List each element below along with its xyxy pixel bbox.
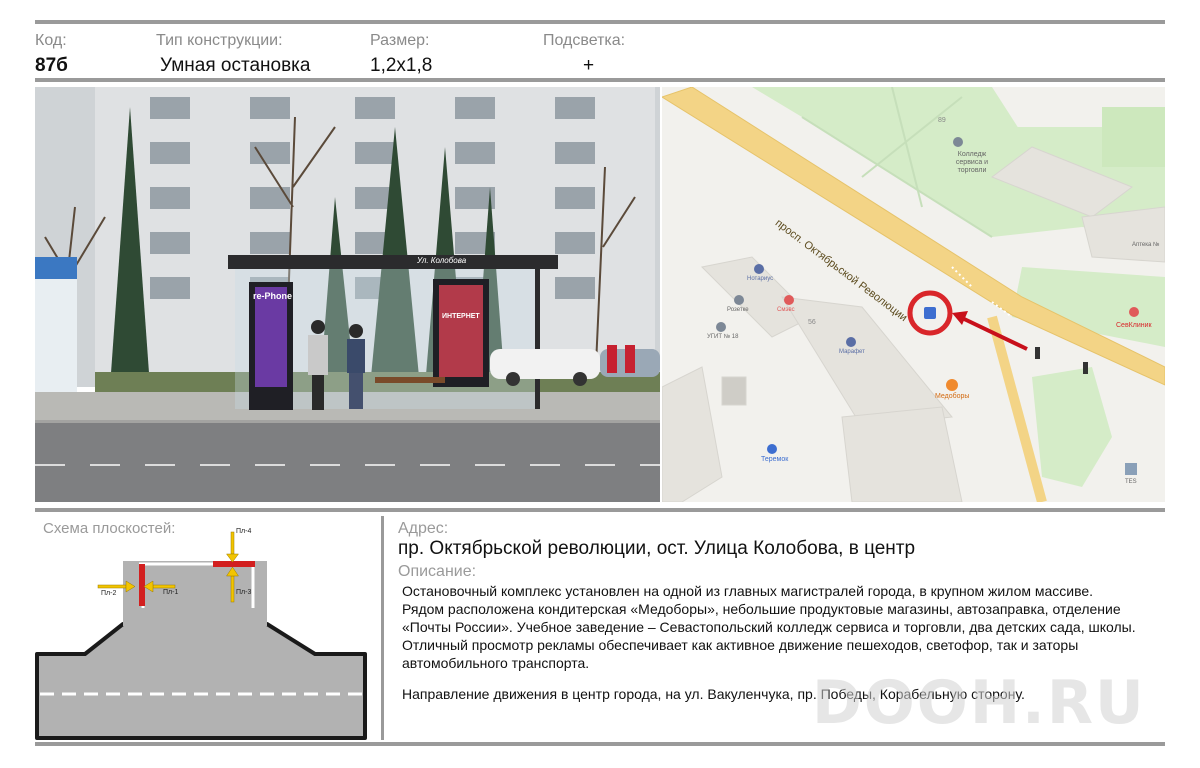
location-map-illustration xyxy=(662,87,1165,502)
map-poi-notary: Нотариус xyxy=(747,276,774,282)
map-poi-rozetke: Розетке xyxy=(727,307,749,313)
map-poi-college: Колледж сервиса и торговли xyxy=(955,151,989,174)
description-label: Описание: xyxy=(398,563,477,580)
map-poi-pharmacy: Аптека № xyxy=(1132,242,1160,248)
ad-left-brand: re-Phone xyxy=(253,291,293,301)
description-line: Отличный просмотр рекламы обеспечивает к… xyxy=(402,637,1079,653)
map-poi-marafet: Марафет xyxy=(839,349,865,355)
map-poi-teremok: Теремок xyxy=(761,456,789,463)
plane-3-label: Пл-3 xyxy=(236,589,252,596)
bus-stop-photo-illustration xyxy=(35,87,660,502)
top-rule xyxy=(35,20,1165,24)
description-line: Рядом расположена кондитерская «Медоборы… xyxy=(402,601,1121,617)
planes-schema-diagram xyxy=(35,531,367,740)
bottom-rule xyxy=(35,742,1165,746)
map-poi-tes: TES xyxy=(1125,479,1137,485)
light-value: + xyxy=(583,55,595,76)
plane-1-label: Пл-1 xyxy=(163,589,179,596)
type-label: Тип конструкции: xyxy=(156,32,283,49)
ad-right-text: ИНТЕРНЕТ xyxy=(442,313,480,320)
type-value: Умная остановка xyxy=(160,55,311,76)
header-rule xyxy=(35,78,1165,82)
schema-title: Схема плоскостей: xyxy=(43,520,176,537)
shelter-sign: Ул. Колобова xyxy=(417,256,467,265)
address-label: Адрес: xyxy=(398,520,449,537)
description-text: Остановочный комплекс установлен на одно… xyxy=(402,582,1162,672)
code-label: Код: xyxy=(35,32,67,49)
size-value: 1,2х1,8 xyxy=(370,55,433,76)
map-house-56: 56 xyxy=(808,319,816,326)
section-divider xyxy=(381,516,384,740)
description-line: «Почты России». Учебное заведение – Сева… xyxy=(402,619,1136,635)
map-poi-smevs: Смэвс xyxy=(777,307,795,313)
map-poi-ugit: УГИТ № 18 xyxy=(707,334,739,340)
light-label: Подсветка: xyxy=(543,32,626,49)
planes-schema: Схема плоскостей: Пл-1 Пл-2 Пл-3 Пл-4 xyxy=(35,516,380,740)
map-poi-medobory: Медоборы xyxy=(935,393,970,400)
size-label: Размер: xyxy=(370,32,430,49)
location-map: просп. Октябрьской Революции 89 56 Колле… xyxy=(662,87,1165,502)
plane-2-label: Пл-2 xyxy=(101,590,117,597)
address-value: пр. Октябрьской революции, ост. Улица Ко… xyxy=(398,538,916,559)
mid-rule xyxy=(35,508,1165,512)
map-poi-sevclinic: СевКлиник xyxy=(1116,322,1152,329)
plane-4-label: Пл-4 xyxy=(236,528,252,535)
code-value: 87б xyxy=(35,55,68,76)
map-house-89: 89 xyxy=(938,117,946,124)
watermark-logo: DOOH.RU xyxy=(812,668,1146,738)
description-line: Остановочный комплекс установлен на одно… xyxy=(402,583,1094,599)
bus-stop-photo: Ул. Колобова re-Phone ИНТЕРНЕТ xyxy=(35,87,660,502)
